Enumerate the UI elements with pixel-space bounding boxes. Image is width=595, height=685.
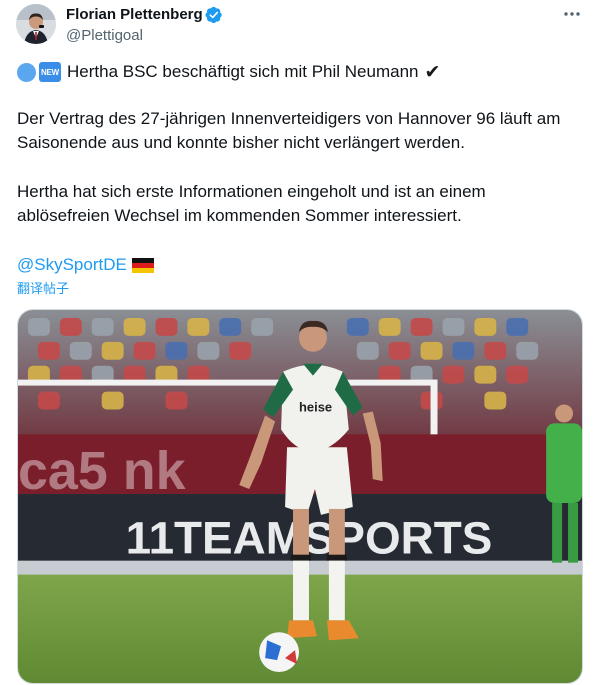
verified-badge-icon — [205, 6, 222, 24]
blue-circle-icon — [17, 62, 36, 82]
tweet-media-photo[interactable]: ca5 nk 11TEAMSPORTS heise — [17, 309, 583, 684]
check-mark-icon: ✔ — [424, 61, 441, 83]
more-options-icon[interactable] — [561, 4, 583, 24]
headline-text: Hertha BSC beschäftigt sich mit Phil Neu… — [67, 62, 419, 81]
tweet-paragraph-2-line-1: Hertha hat sich erste Informationen eing… — [17, 182, 486, 201]
tweet-paragraph-1-line-1: Der Vertrag des 27-jährigen Innenverteid… — [17, 109, 561, 128]
mention-link[interactable]: @SkySportDE — [17, 255, 154, 275]
translate-post-link[interactable]: 翻译帖子 — [17, 278, 69, 297]
avatar-image — [16, 4, 56, 44]
author-display-name[interactable]: Florian Plettenberg — [66, 6, 203, 23]
tweet-paragraph-1-line-2: Saisonende aus und konnte bisher nicht v… — [17, 133, 465, 152]
avatar[interactable] — [16, 4, 56, 44]
author-handle[interactable]: @Plettigoal — [66, 27, 143, 44]
tweet-paragraph-2-line-2: ablösefreien Wechsel im kommenden Sommer… — [17, 206, 462, 225]
football-player-photo: ca5 nk 11TEAMSPORTS heise — [18, 310, 582, 683]
tweet-card[interactable]: Florian Plettenberg @Plettigoal NEW Hert… — [0, 0, 595, 685]
svg-text:ca5 nk: ca5 nk — [18, 441, 186, 501]
new-badge-icon: NEW — [39, 62, 61, 82]
mention-text[interactable]: @SkySportDE — [17, 255, 127, 275]
germany-flag-icon — [131, 257, 154, 273]
jersey-sponsor: heise — [299, 399, 332, 414]
tweet-headline: NEW Hertha BSC beschäftigt sich mit Phil… — [17, 60, 440, 84]
football-icon — [259, 632, 300, 673]
